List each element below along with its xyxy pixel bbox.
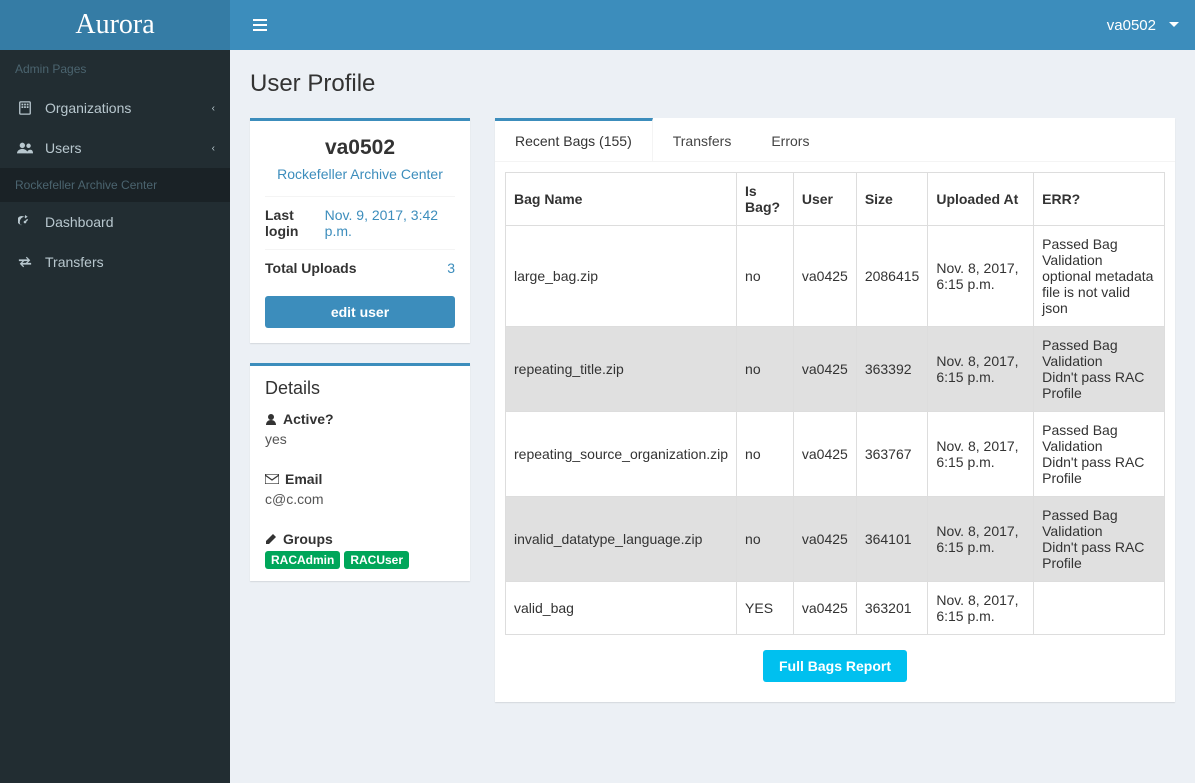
- cell-user: va0425: [793, 497, 856, 582]
- topbar: va0502: [230, 0, 1195, 50]
- sidebar-item-label: Transfers: [45, 254, 104, 270]
- current-user-label: va0502: [1107, 17, 1156, 34]
- tab-transfers[interactable]: Transfers: [653, 118, 752, 161]
- active-label: Active?: [283, 411, 334, 427]
- user-menu[interactable]: va0502: [1107, 17, 1180, 34]
- group-badge: RACAdmin: [265, 551, 340, 569]
- total-uploads-label: Total Uploads: [265, 260, 357, 276]
- cell-uploaded: Nov. 8, 2017, 6:15 p.m.: [928, 327, 1034, 412]
- cell-uploaded: Nov. 8, 2017, 6:15 p.m.: [928, 412, 1034, 497]
- table-row: large_bag.zipnova04252086415Nov. 8, 2017…: [506, 226, 1165, 327]
- menu-toggle-icon[interactable]: [245, 10, 275, 40]
- tabs-panel: Recent Bags (155) Transfers Errors Bag N…: [495, 118, 1175, 702]
- sidebar-item-label: Dashboard: [45, 214, 114, 230]
- cell-user: va0425: [793, 327, 856, 412]
- groups-badges: RACAdminRACUser: [265, 551, 455, 569]
- sidebar-item-organizations[interactable]: Organizations ‹: [0, 88, 230, 128]
- cell-err: [1034, 582, 1165, 635]
- transfer-icon: [15, 255, 35, 269]
- cell-size: 363767: [856, 412, 928, 497]
- sidebar-item-dashboard[interactable]: Dashboard: [0, 202, 230, 242]
- table-row: repeating_title.zipnova0425363392Nov. 8,…: [506, 327, 1165, 412]
- col-size: Size: [856, 173, 928, 226]
- brand-logo[interactable]: Aurora: [0, 0, 230, 50]
- cell-is_bag: YES: [737, 582, 794, 635]
- col-is-bag: Is Bag?: [737, 173, 794, 226]
- cell-uploaded: Nov. 8, 2017, 6:15 p.m.: [928, 582, 1034, 635]
- dashboard-icon: [15, 215, 35, 229]
- email-value: c@c.com: [265, 491, 455, 507]
- cell-user: va0425: [793, 582, 856, 635]
- sidebar-item-label: Organizations: [45, 100, 131, 116]
- cell-name: invalid_datatype_language.zip: [506, 497, 737, 582]
- details-card: Details Active? yes Email: [250, 363, 470, 581]
- building-icon: [15, 101, 35, 115]
- groups-label: Groups: [283, 531, 333, 547]
- cell-is_bag: no: [737, 327, 794, 412]
- cell-name: large_bag.zip: [506, 226, 737, 327]
- chevron-down-icon: [1168, 19, 1180, 31]
- cell-err: Passed Bag Validation optional metadata …: [1034, 226, 1165, 327]
- cell-name: repeating_source_organization.zip: [506, 412, 737, 497]
- total-uploads-value[interactable]: 3: [447, 260, 455, 276]
- sidebar-section-header: Rockefeller Archive Center: [0, 168, 230, 202]
- sidebar-item-transfers[interactable]: Transfers: [0, 242, 230, 282]
- col-err: ERR?: [1034, 173, 1165, 226]
- table-row: invalid_datatype_language.zipnova0425364…: [506, 497, 1165, 582]
- pencil-icon: [265, 533, 277, 545]
- chevron-left-icon: ‹: [212, 103, 215, 114]
- cell-name: repeating_title.zip: [506, 327, 737, 412]
- group-badge: RACUser: [344, 551, 409, 569]
- table-row: repeating_source_organization.zipnova042…: [506, 412, 1165, 497]
- cell-is_bag: no: [737, 497, 794, 582]
- email-label: Email: [285, 471, 322, 487]
- last-login-label: Last login: [265, 207, 325, 239]
- tab-recent-bags[interactable]: Recent Bags (155): [495, 118, 653, 161]
- col-uploaded-at: Uploaded At: [928, 173, 1034, 226]
- active-value: yes: [265, 431, 455, 447]
- chevron-left-icon: ‹: [212, 143, 215, 154]
- cell-is_bag: no: [737, 412, 794, 497]
- full-bags-report-button[interactable]: Full Bags Report: [763, 650, 907, 682]
- sidebar: Aurora Admin Pages Organizations ‹ Users…: [0, 0, 230, 783]
- sidebar-admin-header: Admin Pages: [0, 50, 230, 88]
- cell-uploaded: Nov. 8, 2017, 6:15 p.m.: [928, 226, 1034, 327]
- user-icon: [265, 413, 277, 425]
- cell-err: Passed Bag Validation Didn't pass RAC Pr…: [1034, 497, 1165, 582]
- bags-table: Bag Name Is Bag? User Size Uploaded At E…: [505, 172, 1165, 635]
- users-icon: [15, 141, 35, 155]
- col-user: User: [793, 173, 856, 226]
- profile-org-link[interactable]: Rockefeller Archive Center: [265, 166, 455, 182]
- cell-is_bag: no: [737, 226, 794, 327]
- cell-err: Passed Bag Validation Didn't pass RAC Pr…: [1034, 412, 1165, 497]
- edit-user-button[interactable]: edit user: [265, 296, 455, 328]
- table-row: valid_bagYESva0425363201Nov. 8, 2017, 6:…: [506, 582, 1165, 635]
- page-title: User Profile: [250, 70, 1175, 98]
- cell-user: va0425: [793, 412, 856, 497]
- cell-err: Passed Bag Validation Didn't pass RAC Pr…: [1034, 327, 1165, 412]
- cell-uploaded: Nov. 8, 2017, 6:15 p.m.: [928, 497, 1034, 582]
- tab-errors[interactable]: Errors: [751, 118, 829, 161]
- cell-name: valid_bag: [506, 582, 737, 635]
- profile-username: va0502: [265, 136, 455, 160]
- cell-size: 364101: [856, 497, 928, 582]
- envelope-icon: [265, 474, 279, 484]
- cell-size: 363392: [856, 327, 928, 412]
- cell-size: 363201: [856, 582, 928, 635]
- cell-user: va0425: [793, 226, 856, 327]
- profile-card: va0502 Rockefeller Archive Center Last l…: [250, 118, 470, 343]
- sidebar-item-label: Users: [45, 140, 82, 156]
- cell-size: 2086415: [856, 226, 928, 327]
- sidebar-item-users[interactable]: Users ‹: [0, 128, 230, 168]
- details-title: Details: [250, 366, 470, 399]
- last-login-value: Nov. 9, 2017, 3:42 p.m.: [325, 207, 455, 239]
- col-bag-name: Bag Name: [506, 173, 737, 226]
